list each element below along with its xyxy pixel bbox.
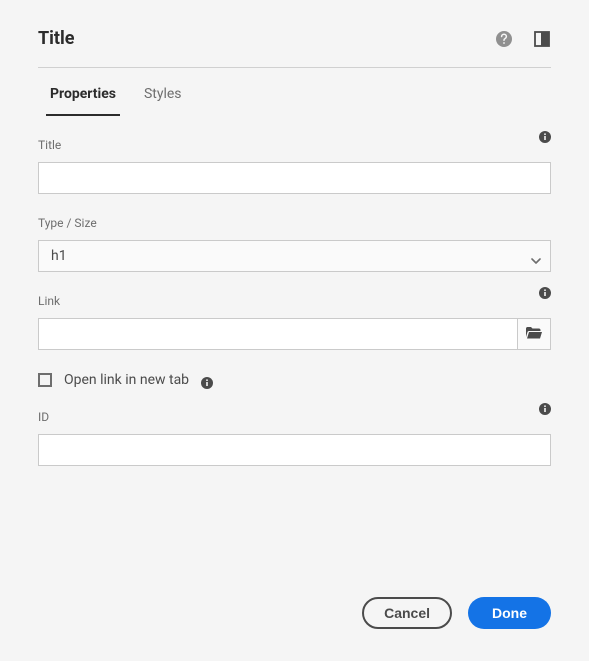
browse-button[interactable]: [517, 318, 551, 350]
title-input[interactable]: [38, 162, 551, 194]
field-title: Title: [38, 138, 551, 194]
type-size-label: Type / Size: [38, 216, 97, 230]
tab-list: Properties Styles: [38, 86, 551, 116]
field-link: Link: [38, 294, 551, 350]
tab-properties[interactable]: Properties: [50, 86, 116, 116]
header-actions: [495, 30, 551, 48]
properties-form: Title Type / Size h1 Link: [38, 138, 551, 466]
open-new-tab-checkbox[interactable]: [38, 373, 52, 387]
cancel-button[interactable]: Cancel: [362, 597, 452, 629]
done-button[interactable]: Done: [468, 597, 551, 629]
type-size-select[interactable]: h1: [38, 240, 551, 272]
dialog-header: Title: [38, 28, 551, 68]
dialog-title: Title: [38, 28, 75, 49]
link-input[interactable]: [38, 318, 517, 350]
title-label: Title: [38, 138, 61, 152]
field-type-size: Type / Size h1: [38, 216, 551, 272]
link-label: Link: [38, 294, 60, 308]
info-icon[interactable]: [539, 284, 551, 296]
tab-styles[interactable]: Styles: [144, 86, 182, 116]
field-id: ID: [38, 410, 551, 466]
title-dialog: Title Properties Styles Titl: [0, 0, 589, 661]
field-open-new-tab: Open link in new tab: [38, 372, 551, 388]
fullscreen-icon[interactable]: [533, 30, 551, 48]
info-icon[interactable]: [539, 128, 551, 140]
info-icon[interactable]: [201, 374, 213, 386]
info-icon[interactable]: [539, 400, 551, 412]
open-new-tab-label: Open link in new tab: [64, 372, 189, 388]
help-icon[interactable]: [495, 30, 513, 48]
folder-open-icon: [525, 325, 543, 344]
id-input[interactable]: [38, 434, 551, 466]
type-size-value: h1: [38, 240, 551, 272]
id-label: ID: [38, 410, 49, 424]
dialog-footer: Cancel Done: [362, 597, 551, 629]
